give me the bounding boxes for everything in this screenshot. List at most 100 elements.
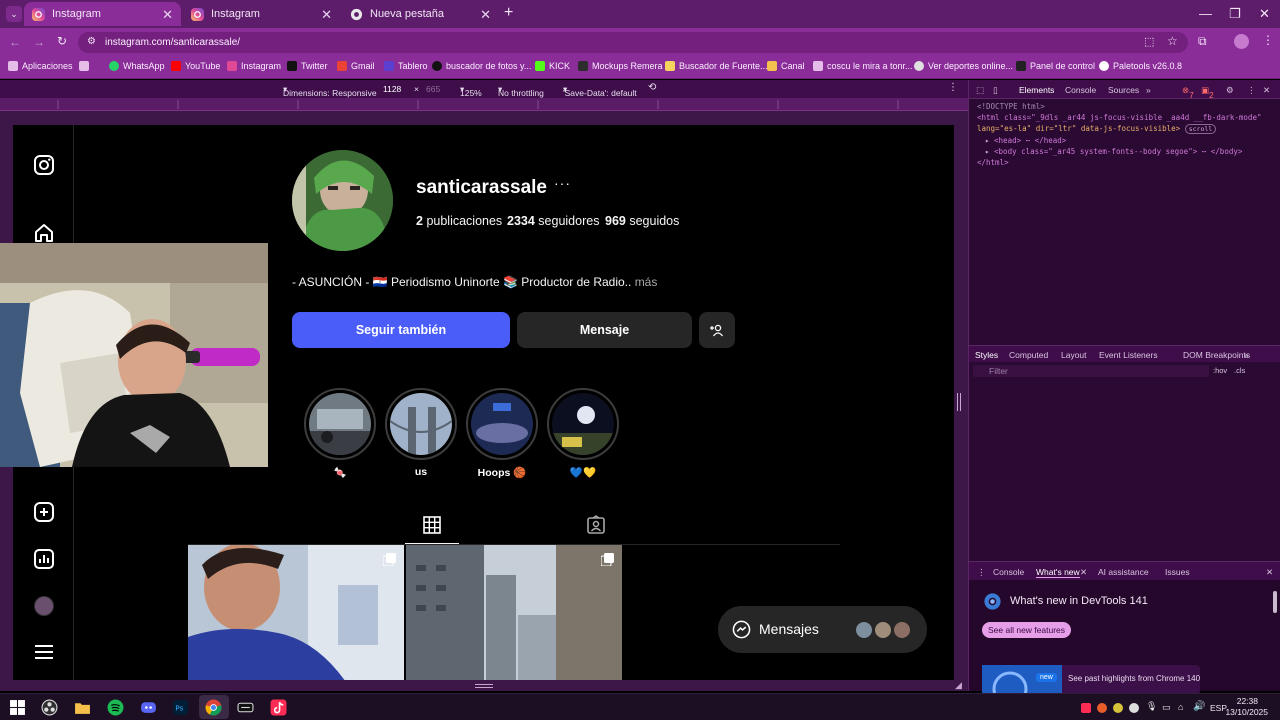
profile-avatar-icon[interactable] bbox=[1234, 34, 1249, 49]
close-tab-icon[interactable]: ✕ bbox=[321, 7, 332, 23]
highlight-1[interactable] bbox=[304, 388, 376, 460]
bookmark-panel[interactable]: Panel de control bbox=[1016, 61, 1095, 71]
tray-tiktok-icon[interactable] bbox=[1081, 703, 1091, 713]
input-language[interactable]: ESP bbox=[1210, 703, 1227, 713]
tab-event-listeners[interactable]: Event Listeners bbox=[1099, 350, 1158, 360]
bookmark-apps[interactable]: Aplicaciones bbox=[8, 61, 73, 71]
close-tab-icon[interactable]: ✕ bbox=[1080, 567, 1087, 578]
back-icon[interactable]: ← bbox=[9, 35, 21, 49]
tray-app-icon[interactable] bbox=[1097, 703, 1107, 713]
message-button[interactable]: Mensaje bbox=[517, 312, 692, 348]
close-devtools-icon[interactable]: ✕ bbox=[1263, 85, 1270, 96]
more-subtabs-icon[interactable]: » bbox=[1244, 350, 1249, 360]
spotify-icon[interactable] bbox=[107, 699, 124, 716]
forward-icon[interactable]: → bbox=[33, 35, 45, 49]
bookmark-coscu[interactable]: coscu le mira a tonr... bbox=[813, 61, 913, 71]
close-tab-icon[interactable]: ✕ bbox=[480, 7, 491, 23]
zoom-dropdown[interactable]: 125% ▾ bbox=[460, 84, 482, 98]
create-icon[interactable] bbox=[32, 500, 56, 524]
rotate-icon[interactable]: ⟲ bbox=[648, 82, 656, 93]
cls-toggle[interactable]: .cls bbox=[1234, 366, 1245, 375]
height-input[interactable]: 665 bbox=[426, 84, 440, 94]
tab-console[interactable]: Console bbox=[1065, 85, 1096, 95]
menu-icon[interactable] bbox=[32, 640, 56, 664]
more-tabs-icon[interactable]: » bbox=[1146, 85, 1151, 95]
bookmark-instagram[interactable]: Instagram bbox=[227, 61, 281, 71]
browser-tab-1[interactable]: Instagram ✕ bbox=[24, 2, 181, 26]
url-bar[interactable]: ⚙ instagram.com/santicarassale/ ⬚ ☆ bbox=[78, 32, 1188, 53]
bookmark-grid[interactable] bbox=[79, 61, 93, 71]
microphone-icon[interactable]: 🎙 bbox=[1146, 701, 1157, 712]
bookmark-paletools[interactable]: Paletools v26.0.8 bbox=[1099, 61, 1182, 71]
followers-stat[interactable]: 2334 seguidores bbox=[507, 214, 599, 228]
width-input[interactable]: 1128 bbox=[383, 84, 401, 94]
styles-filter-input[interactable]: Filter bbox=[973, 365, 1209, 377]
minimize-button[interactable]: — bbox=[1199, 6, 1212, 21]
dimensions-dropdown[interactable]: Dimensions: Responsive ▾ bbox=[283, 84, 377, 98]
highlight-2[interactable] bbox=[385, 388, 457, 460]
post-thumbnail-1[interactable] bbox=[188, 545, 404, 680]
inspect-element-icon[interactable]: ⬚ bbox=[976, 85, 984, 96]
bookmark-gmail[interactable]: Gmail bbox=[337, 61, 375, 71]
app-icon[interactable] bbox=[237, 699, 254, 716]
bookmark-kick[interactable]: KICK bbox=[535, 61, 570, 71]
close-drawer-icon[interactable]: ✕ bbox=[1266, 567, 1273, 578]
device-toolbar-icon[interactable]: ▯ bbox=[993, 85, 998, 96]
bookmark-star-icon[interactable]: ☆ bbox=[1167, 34, 1178, 48]
bookmark-fonts[interactable]: Buscador de Fuente... bbox=[665, 61, 768, 71]
bookmark-whatsapp[interactable]: WhatsApp bbox=[109, 61, 165, 71]
network-icon[interactable]: ⌂ bbox=[1178, 702, 1183, 712]
bookmark-tablero[interactable]: Tablero bbox=[384, 61, 428, 71]
tab-elements[interactable]: Elements bbox=[1019, 85, 1054, 95]
resize-handle-bottom[interactable] bbox=[475, 684, 493, 688]
tiktok-icon[interactable] bbox=[270, 699, 287, 716]
dashboard-icon[interactable] bbox=[32, 547, 56, 571]
follow-back-button[interactable]: Seguir también bbox=[292, 312, 510, 348]
bookmark-sports[interactable]: Ver deportes online... bbox=[914, 61, 1013, 71]
tray-app-icon[interactable]: ▭ bbox=[1162, 702, 1171, 713]
home-icon[interactable] bbox=[32, 221, 56, 245]
emulation-menu-icon[interactable]: ⋮ bbox=[948, 82, 958, 93]
bookmark-twitter[interactable]: Twitter bbox=[287, 61, 328, 71]
dom-line[interactable]: lang="es-la" dir="ltr" data-js-focus-vis… bbox=[977, 123, 1277, 135]
new-tab-button[interactable]: + bbox=[504, 4, 513, 22]
suggested-users-button[interactable] bbox=[699, 312, 735, 348]
dom-line[interactable]: <!DOCTYPE html> bbox=[977, 101, 1277, 112]
volume-icon[interactable]: 🔊 bbox=[1193, 701, 1205, 712]
dom-line[interactable]: ▸ <body class="_ar45 system-fonts--body … bbox=[977, 146, 1277, 157]
reload-icon[interactable]: ↻ bbox=[57, 34, 67, 48]
tab-computed[interactable]: Computed bbox=[1009, 350, 1048, 360]
see-all-features-button[interactable]: See all new features bbox=[982, 622, 1071, 638]
drawer-scrollbar[interactable] bbox=[1273, 591, 1277, 613]
hov-toggle[interactable]: :hov bbox=[1213, 366, 1227, 375]
dom-line[interactable]: <html class="_9dls _ar44 js-focus-visibl… bbox=[977, 112, 1277, 123]
resize-handle-corner[interactable]: ◢ bbox=[955, 680, 962, 691]
tab-layout[interactable]: Layout bbox=[1061, 350, 1087, 360]
profile-avatar[interactable] bbox=[292, 150, 393, 251]
photoshop-icon[interactable]: Ps bbox=[172, 699, 189, 716]
bookmark-youtube[interactable]: YouTube bbox=[171, 61, 220, 71]
drawer-tab-console[interactable]: Console bbox=[993, 567, 1024, 577]
drawer-tab-issues[interactable]: Issues bbox=[1165, 567, 1190, 577]
scroll-badge[interactable]: scroll bbox=[1184, 124, 1217, 134]
site-info-icon[interactable]: ⚙ bbox=[87, 36, 96, 47]
discord-icon[interactable] bbox=[140, 699, 157, 716]
obs-icon[interactable] bbox=[41, 699, 58, 716]
highlight-4[interactable] bbox=[547, 388, 619, 460]
bookmark-photo-search[interactable]: buscador de fotos y... bbox=[432, 61, 531, 71]
throttling-dropdown[interactable]: No throttling ▾ bbox=[498, 84, 544, 98]
profile-nav-avatar[interactable] bbox=[34, 596, 54, 616]
post-thumbnail-2[interactable] bbox=[406, 545, 622, 680]
chrome-taskbar-icon[interactable] bbox=[205, 699, 222, 716]
tab-dom-breakpoints[interactable]: DOM Breakpoints bbox=[1183, 350, 1250, 360]
clock-time[interactable]: 22:38 bbox=[1237, 696, 1258, 706]
clock-date[interactable]: 13/10/2025 bbox=[1225, 707, 1268, 717]
dom-line[interactable]: ▸ <head> ⋯ </head> bbox=[977, 135, 1277, 146]
tab-sources[interactable]: Sources bbox=[1108, 85, 1139, 95]
close-window-button[interactable]: ✕ bbox=[1259, 6, 1270, 22]
bio-more-link[interactable]: más bbox=[635, 275, 658, 289]
warning-count[interactable]: ▣ 2 bbox=[1201, 85, 1214, 100]
tray-app-icon[interactable] bbox=[1113, 703, 1123, 713]
restore-button[interactable]: ❐ bbox=[1229, 6, 1241, 22]
file-explorer-icon[interactable] bbox=[74, 699, 91, 716]
